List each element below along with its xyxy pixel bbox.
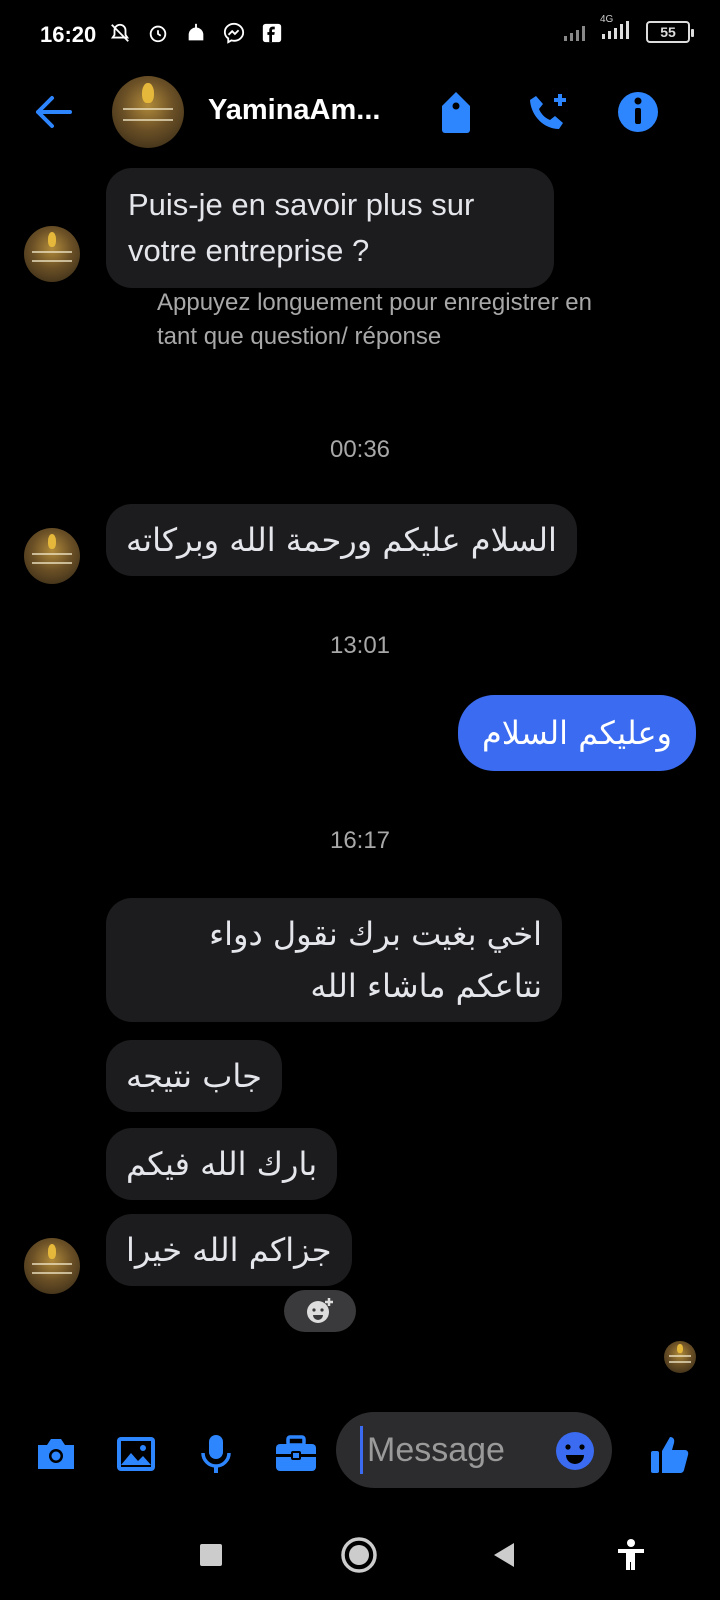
- camera-icon: [38, 1439, 74, 1469]
- emoji-icon: [556, 1432, 594, 1470]
- label-button[interactable]: [432, 88, 480, 136]
- message-text: السلام عليكم ورحمة الله وبركاته: [126, 521, 557, 559]
- notification-icons: [108, 20, 284, 46]
- like-button[interactable]: [646, 1430, 694, 1478]
- message-bubble-incoming[interactable]: السلام عليكم ورحمة الله وبركاته: [106, 504, 577, 576]
- sender-avatar[interactable]: [24, 1238, 80, 1294]
- message-text: وعليكم السلام: [481, 714, 672, 752]
- add-reaction-icon: [307, 1298, 333, 1323]
- status-bar: 16:20 4G 55: [0, 0, 720, 70]
- signal-4g: 4G: [600, 14, 636, 43]
- briefcase-icon: [276, 1435, 316, 1471]
- accessibility-button[interactable]: [606, 1530, 656, 1580]
- recents-button[interactable]: [186, 1530, 236, 1580]
- info-button[interactable]: [614, 88, 662, 136]
- contact-name[interactable]: YaminaAm...: [208, 94, 408, 127]
- message-input[interactable]: [360, 1426, 540, 1474]
- save-hint: Appuyez longuement pour enregistrer en t…: [157, 289, 592, 350]
- message-bubble-incoming[interactable]: Puis-je en savoir plus sur votre entrepr…: [106, 168, 554, 288]
- message-field: [336, 1412, 612, 1488]
- timestamp: 00:36: [329, 436, 391, 463]
- message-bubble-incoming[interactable]: جزاكم الله خيرا: [106, 1214, 352, 1286]
- audio-call-button[interactable]: [524, 88, 572, 136]
- business-tools-button[interactable]: [272, 1430, 320, 1478]
- add-reaction-button[interactable]: [284, 1290, 356, 1332]
- home-icon: [341, 1537, 377, 1573]
- image-icon: [117, 1437, 155, 1471]
- recents-icon: [200, 1544, 222, 1566]
- voice-button[interactable]: [192, 1430, 240, 1478]
- back-button[interactable]: [32, 92, 76, 132]
- add-call-icon: [530, 94, 566, 129]
- gallery-button[interactable]: [112, 1430, 160, 1478]
- microphone-icon: [201, 1435, 231, 1473]
- contact-avatar[interactable]: [112, 76, 184, 148]
- bell-off-icon: [108, 20, 132, 46]
- home-button[interactable]: [334, 1530, 384, 1580]
- chat-header: YaminaAm...: [0, 72, 720, 152]
- timestamp: 16:17: [329, 827, 391, 854]
- battery-indicator: 55: [646, 20, 694, 43]
- back-icon: [494, 1543, 514, 1567]
- message-text: بارك الله فيكم: [126, 1145, 318, 1183]
- message-bubble-incoming[interactable]: بارك الله فيكم: [106, 1128, 338, 1200]
- facebook-icon: [260, 20, 284, 46]
- message-composer: [0, 1410, 720, 1496]
- status-time: 16:20: [40, 22, 97, 47]
- nav-back-button[interactable]: [480, 1530, 530, 1580]
- message-text: جاب نتيجه: [126, 1057, 262, 1095]
- message-bubble-incoming[interactable]: اخي بغيت برك نقول دواء نتاعكم ماشاء الله: [106, 898, 562, 1022]
- alarm-icon: [146, 20, 170, 46]
- message-text: Puis-je en savoir plus sur votre entrepr…: [128, 187, 475, 268]
- message-text: اخي بغيت برك نقول دواء نتاعكم ماشاء الله: [209, 915, 542, 1005]
- back-arrow-icon: [36, 96, 72, 128]
- timestamp: 13:01: [329, 632, 391, 659]
- tag-icon: [442, 92, 470, 133]
- message-bubble-outgoing[interactable]: وعليكم السلام: [457, 695, 696, 771]
- status-right: 4G 55: [562, 14, 694, 43]
- seen-indicator-avatar: [664, 1341, 696, 1373]
- accessibility-icon: [618, 1539, 644, 1570]
- camera-button[interactable]: [32, 1430, 80, 1478]
- sender-avatar[interactable]: [24, 528, 80, 584]
- mosque-icon: [184, 20, 208, 46]
- info-icon: [618, 92, 658, 132]
- emoji-button[interactable]: [554, 1430, 596, 1472]
- signal-icon: [564, 25, 585, 41]
- message-text: جزاكم الله خيرا: [126, 1231, 332, 1269]
- sender-avatar[interactable]: [24, 226, 80, 282]
- thumbs-up-icon: [651, 1437, 689, 1473]
- messenger-icon: [222, 20, 246, 46]
- system-navigation-bar: [0, 1510, 720, 1600]
- network-label: 4G: [600, 14, 614, 25]
- message-bubble-incoming[interactable]: جاب نتيجه: [106, 1040, 282, 1112]
